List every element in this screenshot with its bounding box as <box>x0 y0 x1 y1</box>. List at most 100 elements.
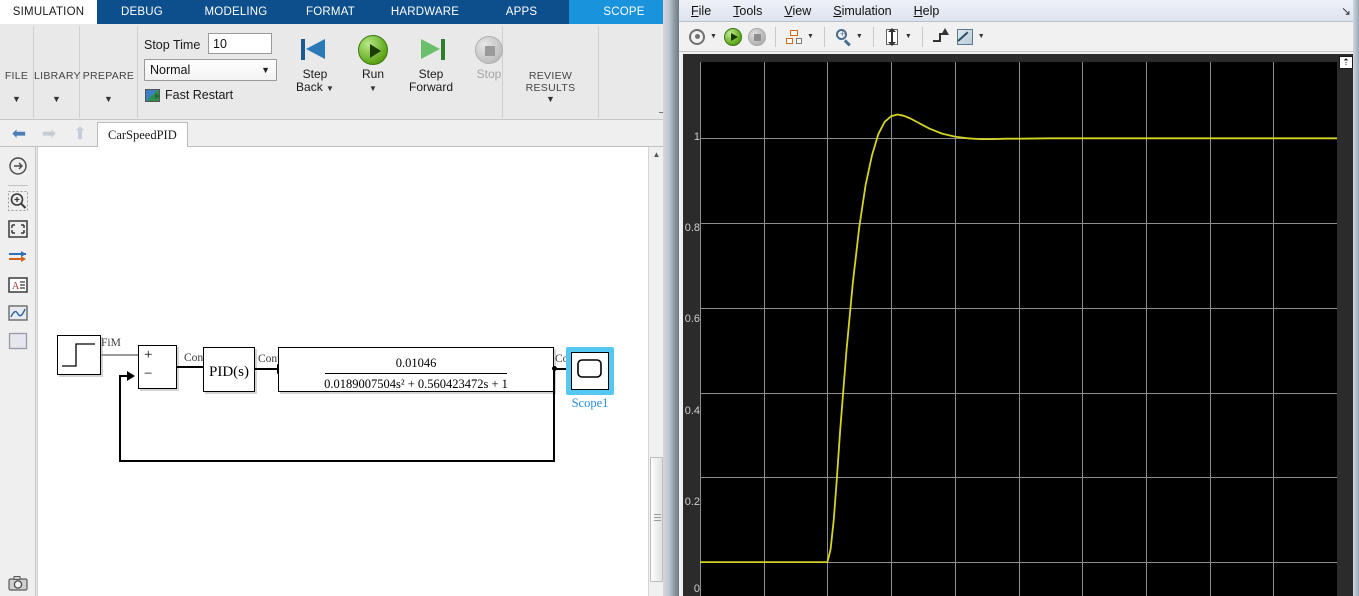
tab-apps-label: APPS <box>505 6 538 18</box>
signal-routing-icon[interactable] <box>7 246 29 268</box>
ribbon-group-review-results[interactable]: REVIEW RESULTS ▼ <box>503 26 599 118</box>
measurements-caret-icon[interactable]: ▼ <box>978 33 985 40</box>
group-caret-review-results[interactable]: ▼ <box>503 94 598 104</box>
tab-format[interactable]: FORMAT <box>285 0 376 24</box>
block-pid[interactable]: PID(s) <box>203 347 255 392</box>
block-step[interactable] <box>57 335 101 375</box>
y-tick-0_4: 0.4 <box>684 405 700 417</box>
stop-time-label: Stop Time <box>144 38 201 52</box>
toolbar-separator <box>774 26 776 47</box>
ribbon-group-prepare[interactable]: PREPARE ▼ <box>80 26 138 118</box>
scope-plot-container: 0 0.2 0.4 0.6 0.8 1 ⇡ <box>683 54 1355 596</box>
scrollbar-thumb[interactable] <box>650 457 663 582</box>
model-tab-carspeedpid[interactable]: CarSpeedPID <box>97 122 188 147</box>
tab-scope-label: SCOPE <box>603 6 645 18</box>
area-select-icon[interactable] <box>7 330 29 352</box>
block-scope1[interactable] <box>571 352 609 390</box>
y-tick-0_8: 0.8 <box>684 222 700 234</box>
tab-hardware[interactable]: HARDWARE <box>376 0 474 24</box>
zoom-icon[interactable]: + <box>833 27 853 47</box>
tab-hardware-label: HARDWARE <box>390 6 460 18</box>
wire-sum-to-pid <box>177 366 206 368</box>
camera-icon[interactable] <box>7 573 29 595</box>
pan-icon[interactable] <box>7 155 29 177</box>
fast-restart-label: Fast Restart <box>165 88 234 102</box>
fit-to-view-icon[interactable] <box>7 218 29 240</box>
scope-menubar: File Tools View Simulation Help ↘ <box>679 0 1359 22</box>
group-caret-library[interactable]: ▼ <box>34 94 79 104</box>
group-caret-file[interactable]: ▼ <box>0 94 33 104</box>
step-back-caret-icon[interactable]: ▼ <box>326 84 334 93</box>
step-back-label-2: Back <box>296 80 323 94</box>
group-caret-prepare[interactable]: ▼ <box>80 94 137 104</box>
model-canvas[interactable]: FiM + − Cont PID(s) Cont 0.01046 0.01890 <box>37 147 662 596</box>
ribbon-group-simulate: Stop Time Normal ▼ Fast Restart Step B <box>138 26 503 118</box>
run-button[interactable]: Run ▼ <box>344 32 402 95</box>
sum-minus-sign: − <box>144 366 153 382</box>
tab-modeling[interactable]: MODELING <box>187 0 285 24</box>
step-back-icon <box>286 32 344 68</box>
group-label-prepare: PREPARE <box>82 70 135 82</box>
tab-simulation-label: SIMULATION <box>12 6 85 18</box>
stop-icon <box>747 27 767 47</box>
simulation-mode-select[interactable]: Normal ▼ <box>144 59 277 81</box>
configuration-caret-icon[interactable]: ▼ <box>710 33 717 40</box>
stop-time-input[interactable] <box>208 33 272 54</box>
layout-caret-icon[interactable]: ▼ <box>807 33 814 40</box>
window-resize-icon[interactable]: ↘ <box>1341 4 1351 18</box>
maximize-axes-button[interactable]: ⇡ <box>1339 56 1353 69</box>
tab-apps[interactable]: APPS <box>474 0 569 24</box>
layout-icon[interactable] <box>784 27 804 47</box>
ribbon-group-file[interactable]: FILE ▼ <box>0 26 34 118</box>
canvas-vertical-scrollbar[interactable]: ▲ <box>648 147 663 596</box>
step-forward-label-2: Forward <box>408 80 453 94</box>
scope-viewer-icon[interactable] <box>7 302 29 324</box>
step-back-button[interactable]: Step Back ▼ <box>286 32 344 95</box>
menu-view[interactable]: View <box>784 4 811 18</box>
scope-window-right-edge <box>1353 0 1359 596</box>
measurements-icon[interactable] <box>955 27 975 47</box>
chevron-down-icon: ▼ <box>261 65 270 75</box>
autoscale-icon[interactable] <box>882 27 902 47</box>
scrollbar-up-arrow-icon[interactable]: ▲ <box>649 147 664 162</box>
ribbon-body: FILE ▼ LIBRARY ▼ PREPARE ▼ Stop Time Nor… <box>0 24 679 140</box>
run-icon[interactable] <box>723 27 743 47</box>
y-tick-1: 1 <box>693 131 700 143</box>
scope-plot-area[interactable] <box>700 62 1337 596</box>
menu-help[interactable]: Help <box>914 4 940 18</box>
tab-simulation[interactable]: SIMULATION <box>0 0 97 24</box>
signal-label-fim: FiM <box>101 337 121 349</box>
configuration-properties-icon[interactable] <box>687 27 707 47</box>
breadcrumb: ⬅ ➡ ⬆ CarSpeedPID <box>0 120 679 147</box>
block-transfer-function[interactable]: 0.01046 0.0189007504s² + 0.560423472s + … <box>278 347 554 392</box>
tf-denominator: 0.0189007504s² + 0.560423472s + 1 <box>324 377 508 391</box>
menu-file[interactable]: File <box>691 4 711 18</box>
svg-text:A: A <box>12 281 20 292</box>
pid-block-label: PID(s) <box>209 364 249 380</box>
tf-numerator: 0.01046 <box>395 356 437 370</box>
autoscale-caret-icon[interactable]: ▼ <box>905 33 912 40</box>
forward-arrow-icon[interactable]: ➡ <box>38 125 60 143</box>
zoom-caret-icon[interactable]: ▼ <box>856 33 863 40</box>
zoom-in-icon[interactable] <box>7 190 29 212</box>
step-forward-button[interactable]: Step Forward <box>402 32 460 94</box>
up-arrow-icon[interactable]: ⬆ <box>69 125 91 143</box>
group-label-library: LIBRARY <box>34 70 81 82</box>
fast-restart-icon <box>145 88 160 102</box>
fast-restart-toggle[interactable]: Fast Restart <box>145 88 233 102</box>
menu-tools[interactable]: Tools <box>733 4 762 18</box>
run-label: Run <box>361 67 384 81</box>
wire-feedback-into-sum <box>119 375 129 377</box>
y-tick-0_2: 0.2 <box>684 496 700 508</box>
scrollbar-grip-icon <box>654 514 661 521</box>
style-icon[interactable] <box>931 27 951 47</box>
annotation-icon[interactable]: A <box>7 274 29 296</box>
tab-debug[interactable]: DEBUG <box>97 0 187 24</box>
menu-simulation[interactable]: Simulation <box>833 4 891 18</box>
back-arrow-icon[interactable]: ⬅ <box>8 125 30 143</box>
toolbar-separator <box>921 26 923 47</box>
run-caret-icon[interactable]: ▼ <box>369 84 377 93</box>
scope-toolbar: ▼ ▼ + ▼ ▼ ▼ <box>679 22 1359 52</box>
y-tick-0_6: 0.6 <box>684 313 700 325</box>
ribbon-group-library[interactable]: LIBRARY ▼ <box>34 26 81 118</box>
